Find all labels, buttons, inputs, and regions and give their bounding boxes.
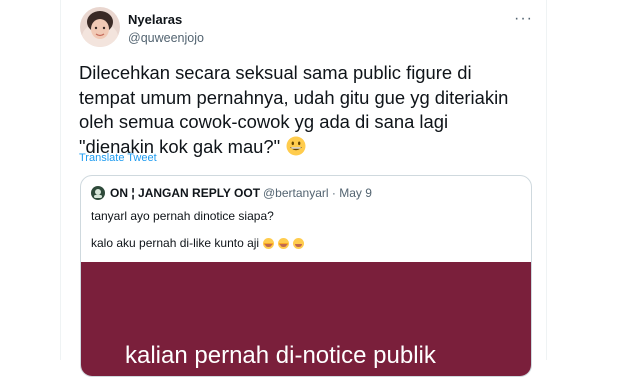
more-options-icon[interactable]: ···: [514, 10, 533, 28]
smiling-eyes-icon: [293, 237, 305, 249]
media-caption: kalian pernah di-notice publik: [125, 342, 436, 369]
timeline-border-left: [60, 0, 61, 360]
kissing-face-icon: [278, 237, 290, 249]
quoted-display-name[interactable]: ON ¦ JANGAN REPLY OOT: [110, 186, 260, 200]
quoted-tweet[interactable]: ON ¦ JANGAN REPLY OOT @bertanyarl · May …: [80, 175, 532, 377]
tweet-body: Dilecehkan secara seksual sama public fi…: [79, 61, 519, 159]
grinning-face-icon: [286, 136, 306, 156]
smiling-face-icon: [263, 237, 275, 249]
display-name[interactable]: Nyelaras: [128, 12, 182, 27]
tweet-page: Nyelaras @quweenjojo ··· Dilecehkan seca…: [0, 0, 640, 377]
user-handle[interactable]: @quweenjojo: [128, 31, 204, 45]
timeline-border-right: [546, 0, 547, 360]
quoted-text-line-1: tanyarl ayo pernah dinotice siapa?: [91, 209, 274, 223]
quoted-text-line-2: kalo aku pernah di-like kunto aji: [91, 236, 305, 250]
avatar[interactable]: [80, 7, 120, 47]
translate-tweet-link[interactable]: Translate Tweet: [79, 152, 157, 164]
quoted-text-line-2-text: kalo aku pernah di-like kunto aji: [91, 236, 260, 250]
quoted-handle-date[interactable]: @bertanyarl · May 9: [263, 186, 372, 200]
quoted-avatar[interactable]: [91, 186, 105, 200]
